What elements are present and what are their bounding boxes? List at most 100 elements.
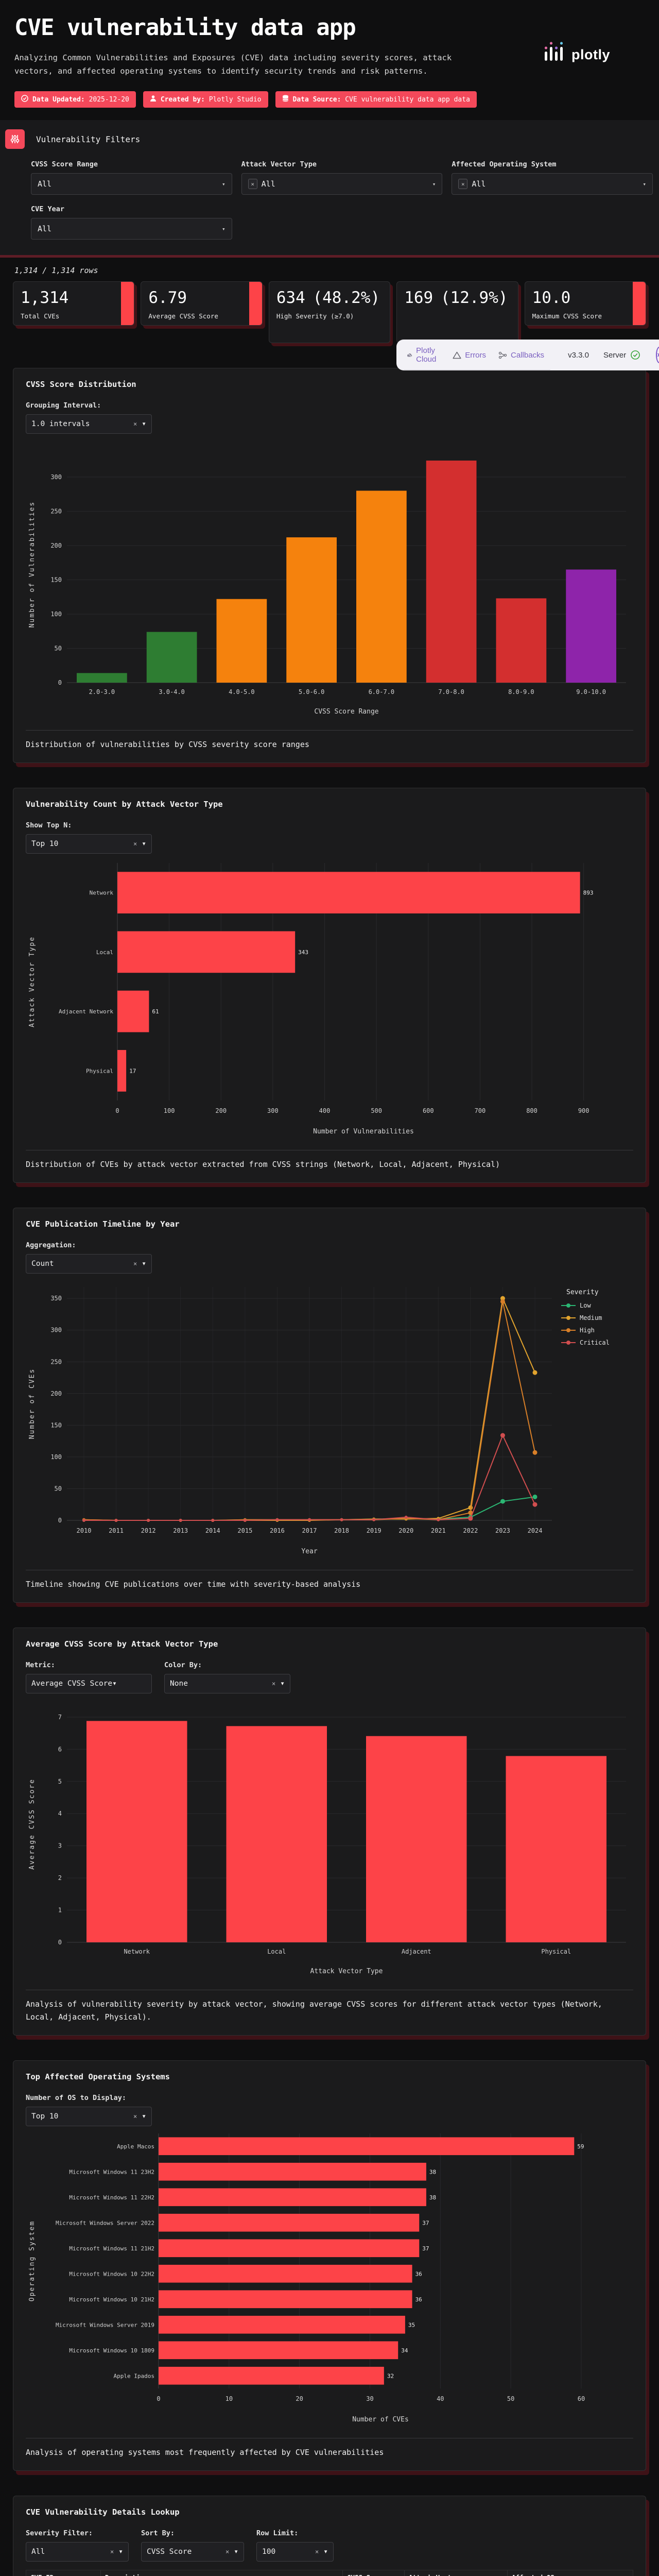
bar-Network[interactable]: [86, 1721, 187, 1942]
point-Critical-2015[interactable]: [243, 1519, 247, 1522]
bar-Microsoft Windows 10 21H2[interactable]: [159, 2290, 412, 2309]
column-header[interactable]: CVSS Sc…: [343, 2570, 405, 2576]
point-Critical-2019[interactable]: [372, 1518, 376, 1521]
clear-icon[interactable]: ×: [315, 2548, 319, 2555]
callbacks-tab[interactable]: Callbacks: [498, 351, 544, 360]
severity-filter-select[interactable]: All × ▾: [26, 2542, 129, 2562]
chevron-down-icon[interactable]: ▾: [142, 420, 146, 428]
point-High-2024[interactable]: [532, 1450, 537, 1455]
chevron-down-icon[interactable]: ▾: [118, 2548, 123, 2556]
chevron-down-icon[interactable]: ▾: [142, 2112, 146, 2121]
point-Medium-2024[interactable]: [532, 1370, 537, 1375]
clear-icon[interactable]: ×: [133, 2113, 137, 2120]
clear-icon[interactable]: ×: [133, 420, 137, 428]
point-Critical-2014[interactable]: [211, 1519, 215, 1522]
bar-Adjacent[interactable]: [366, 1736, 467, 1942]
bar-Apple Macos[interactable]: [159, 2137, 575, 2156]
point-Critical-2016[interactable]: [275, 1518, 279, 1521]
cvss-range-select[interactable]: All ▾: [31, 173, 232, 195]
chevron-down-icon[interactable]: ▾: [222, 181, 226, 188]
bar-Physical[interactable]: [117, 1050, 127, 1092]
bar-Microsoft Windows 10 22H2[interactable]: [159, 2264, 412, 2283]
point-Critical-2013[interactable]: [179, 1519, 182, 1522]
bar-9.0-10.0[interactable]: [566, 569, 616, 683]
point-Critical-2011[interactable]: [114, 1519, 118, 1522]
point-Critical-2024[interactable]: [532, 1502, 537, 1507]
chevron-down-icon[interactable]: ▾: [222, 226, 226, 232]
filter-funnel-icon[interactable]: [623, 2574, 629, 2576]
filter-funnel-icon[interactable]: [394, 2574, 400, 2576]
remove-tag-icon[interactable]: ×: [458, 179, 468, 189]
column-header[interactable]: Attack Vector: [405, 2570, 508, 2576]
point-Critical-2021[interactable]: [437, 1518, 440, 1521]
point-Critical-2022[interactable]: [468, 1516, 473, 1521]
bar-Microsoft Windows 10 1809[interactable]: [159, 2341, 398, 2360]
point-Low-2023[interactable]: [500, 1499, 505, 1504]
bar-Microsoft Windows Server 2019[interactable]: [159, 2315, 405, 2334]
filter-funnel-icon[interactable]: [91, 2574, 96, 2576]
clear-icon[interactable]: ×: [226, 2548, 229, 2555]
point-High-2023[interactable]: [500, 1299, 505, 1304]
bar-Local[interactable]: [226, 1726, 327, 1942]
bar-2.0-3.0[interactable]: [77, 673, 127, 683]
chevron-down-icon[interactable]: ▾: [112, 1680, 117, 1688]
remove-tag-icon[interactable]: ×: [248, 179, 257, 189]
bar-Microsoft Windows 11 23H2[interactable]: [159, 2162, 426, 2181]
chevron-down-icon[interactable]: ▾: [234, 2548, 238, 2556]
bar-6.0-7.0[interactable]: [356, 490, 407, 683]
bar-Network[interactable]: [117, 872, 580, 913]
color-by-select[interactable]: None × ▾: [164, 1674, 290, 1693]
column-header[interactable]: Description: [101, 2570, 343, 2576]
chevron-down-icon[interactable]: ▾: [142, 1260, 146, 1268]
point-Low-2024[interactable]: [532, 1494, 537, 1499]
attack-vector-chart[interactable]: 0 100 200 300 400 500 600 700 800 900 Network 893 Lo…: [26, 859, 633, 1140]
point-Critical-2012[interactable]: [147, 1519, 150, 1522]
chevron-down-icon[interactable]: ▾: [643, 181, 646, 188]
bar-Microsoft Windows Server 2022[interactable]: [159, 2213, 420, 2232]
clear-icon[interactable]: ×: [133, 1260, 137, 1267]
aggregation-select[interactable]: Count × ▾: [26, 1254, 152, 1274]
sort-by-select[interactable]: CVSS Score × ▾: [141, 2542, 244, 2562]
cve-year-select[interactable]: All ▾: [31, 218, 232, 240]
column-header[interactable]: Affected OS: [508, 2570, 633, 2576]
bar-4.0-5.0[interactable]: [216, 599, 267, 683]
point-Critical-2010[interactable]: [82, 1519, 85, 1522]
filter-funnel-icon[interactable]: [497, 2574, 503, 2576]
bar-Adjacent Network[interactable]: [117, 990, 149, 1032]
clear-icon[interactable]: ×: [272, 1680, 275, 1687]
timeline-chart[interactable]: 0 50 100 150 200 250 300 350 2010 2011 2012 2013 201…: [26, 1279, 633, 1560]
bar-Apple Ipados[interactable]: [159, 2366, 384, 2385]
top-os-chart[interactable]: 0 10 20 30 40 50 60 Apple Macos 59 Microsoft Wind…: [26, 2131, 633, 2428]
chevron-down-icon[interactable]: ▾: [323, 2548, 328, 2556]
os-count-select[interactable]: Top 10 × ▾: [26, 2107, 152, 2126]
bar-5.0-6.0[interactable]: [286, 537, 337, 683]
bar-Local[interactable]: [117, 931, 296, 973]
attack-vector-select[interactable]: × All ▾: [241, 173, 443, 195]
bar-3.0-4.0[interactable]: [146, 632, 197, 683]
bar-7.0-8.0[interactable]: [426, 460, 477, 683]
chevron-down-icon[interactable]: ▾: [142, 840, 146, 848]
metric-select[interactable]: Average CVSS Score ▾: [26, 1674, 152, 1693]
chevron-down-icon[interactable]: ▾: [280, 1680, 285, 1688]
point-Medium-2022[interactable]: [468, 1505, 473, 1510]
bar-Physical[interactable]: [506, 1756, 606, 1942]
filter-funnel-icon[interactable]: [333, 2574, 338, 2576]
plotly-cloud-tab[interactable]: Plotly Cloud: [407, 346, 440, 364]
chevron-down-icon[interactable]: ▾: [432, 181, 436, 188]
cvss-distribution-chart[interactable]: 0 50 100 150 200 250 300 2.0-3.0 3.0-4.0 4.0-5.0 5…: [26, 439, 633, 720]
bar-Microsoft Windows 11 22H2[interactable]: [159, 2188, 426, 2207]
point-Critical-2020[interactable]: [404, 1515, 408, 1519]
devtools-expand-button[interactable]: »: [656, 347, 659, 363]
grouping-interval-select[interactable]: 1.0 intervals × ▾: [26, 414, 152, 434]
row-limit-select[interactable]: 100 × ▾: [256, 2542, 334, 2562]
avg-cvss-chart[interactable]: 0 1 2 3 4 5 6 7 Network Local Adjacent Physical Atta…: [26, 1699, 633, 1979]
show-top-n-select[interactable]: Top 10 × ▾: [26, 834, 152, 854]
clear-icon[interactable]: ×: [133, 840, 137, 848]
bar-8.0-9.0[interactable]: [496, 598, 547, 683]
point-Critical-2018[interactable]: [340, 1518, 343, 1521]
errors-tab[interactable]: Errors: [453, 351, 486, 360]
bar-Microsoft Windows 11 21H2[interactable]: [159, 2239, 420, 2258]
point-Critical-2023[interactable]: [500, 1433, 505, 1438]
clear-icon[interactable]: ×: [110, 2548, 114, 2555]
column-header[interactable]: CVE ID: [26, 2570, 101, 2576]
